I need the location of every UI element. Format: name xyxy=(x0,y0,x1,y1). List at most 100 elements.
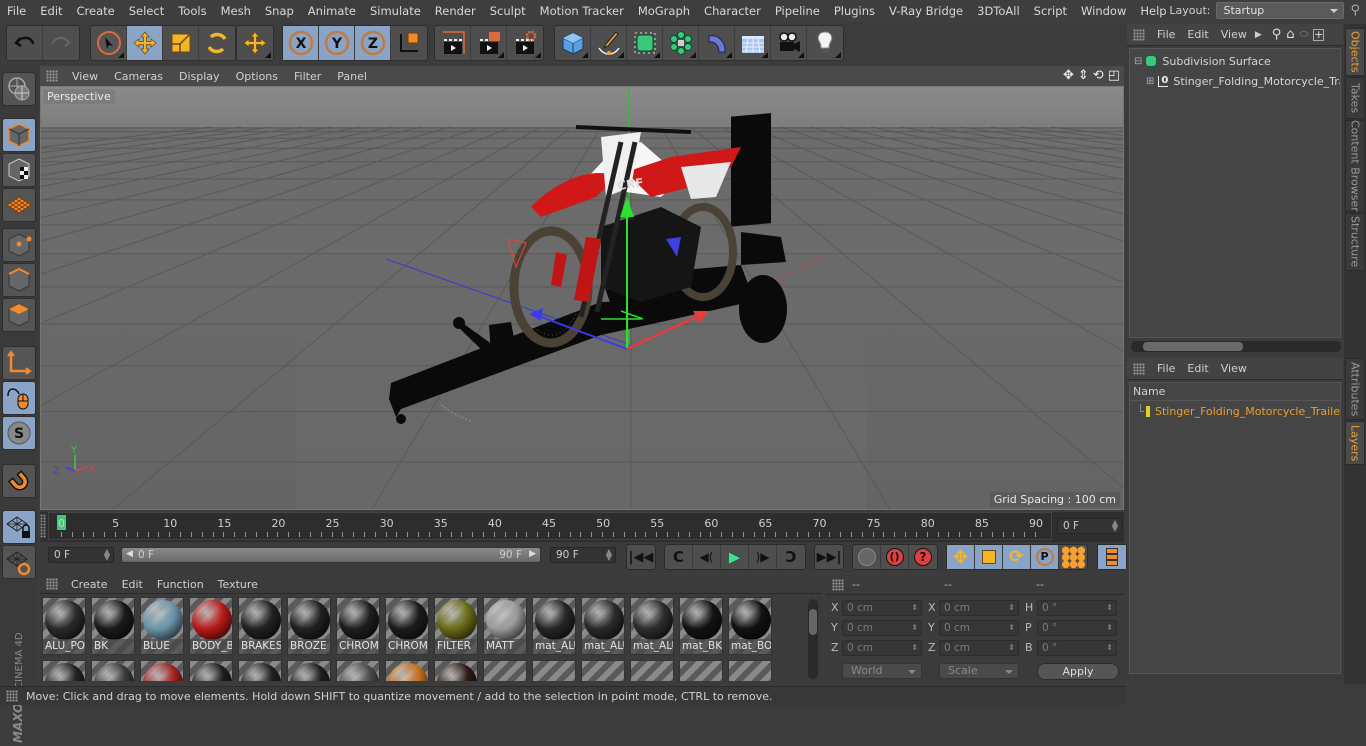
material-menu-edit[interactable]: Edit xyxy=(115,578,150,591)
size-y-field[interactable]: 0 cm xyxy=(939,620,1019,636)
apply-button[interactable]: Apply xyxy=(1037,663,1119,680)
start-frame-field[interactable]: 0 F ▲ ▼ xyxy=(48,547,114,563)
go-to-end-button[interactable]: ▶▶| xyxy=(815,545,843,569)
object-row[interactable]: ⊞ 0 Stinger_Folding_Motorcycle_Trai xyxy=(1130,71,1340,91)
material-swatch[interactable] xyxy=(91,660,135,681)
material-swatch[interactable] xyxy=(287,660,331,681)
snap-button[interactable] xyxy=(2,464,36,498)
menu-character[interactable]: Character xyxy=(697,4,768,18)
tab-content-browser[interactable]: Content Browser xyxy=(1345,120,1365,212)
collapse-icon[interactable]: ⊟ xyxy=(1134,56,1142,67)
material-swatch[interactable]: mat_ALU xyxy=(532,597,576,655)
range-right-arrow-icon[interactable]: ▶ xyxy=(529,549,536,559)
rotation-b-field[interactable]: 0 ° xyxy=(1037,640,1117,656)
object-hscrollbar[interactable] xyxy=(1131,341,1341,352)
material-swatch[interactable]: mat_ALU xyxy=(581,597,625,655)
points-mode-button[interactable] xyxy=(2,228,36,262)
menu-animate[interactable]: Animate xyxy=(301,4,363,18)
live-selection-button[interactable] xyxy=(91,26,127,60)
material-menu-texture[interactable]: Texture xyxy=(211,578,265,591)
scale-key-button[interactable] xyxy=(975,545,1003,569)
material-swatch[interactable] xyxy=(238,660,282,681)
redo-button[interactable] xyxy=(43,26,79,60)
menu-render[interactable]: Render xyxy=(428,4,483,18)
floor-button[interactable] xyxy=(735,26,771,60)
layer-name[interactable]: Stinger_Folding_Motorcycle_Traile xyxy=(1155,405,1340,418)
keyframe-selection-button[interactable]: ? xyxy=(909,545,937,569)
menu-sculpt[interactable]: Sculpt xyxy=(483,4,533,18)
model-mode-button[interactable] xyxy=(2,118,36,152)
object-name[interactable]: Stinger_Folding_Motorcycle_Trai xyxy=(1173,75,1340,88)
menu-file[interactable]: File xyxy=(0,4,33,18)
tab-objects[interactable]: Objects xyxy=(1345,28,1365,76)
pen-button[interactable] xyxy=(591,26,627,60)
autokey-button[interactable]: () xyxy=(881,545,909,569)
layer-menu-file[interactable]: File xyxy=(1151,362,1181,375)
bend-deformer-button[interactable] xyxy=(699,26,735,60)
menu-mesh[interactable]: Mesh xyxy=(214,4,258,18)
material-scrollbar[interactable] xyxy=(808,599,818,679)
scale-button[interactable] xyxy=(163,26,199,60)
coordinate-space-dropdown[interactable]: World xyxy=(842,663,922,679)
timeline-window-button[interactable] xyxy=(1098,545,1126,569)
material-swatch[interactable]: BK xyxy=(91,597,135,655)
parameter-key-button[interactable]: P xyxy=(1031,545,1059,569)
y-axis-lock-button[interactable]: Y xyxy=(319,26,355,60)
scrollbar-thumb[interactable] xyxy=(1143,342,1243,351)
panel-grip-icon[interactable] xyxy=(1133,28,1145,41)
search-icon[interactable]: ⚲ xyxy=(1272,27,1282,42)
end-frame-field[interactable]: 90 F ▲ ▼ xyxy=(550,547,616,563)
material-swatch[interactable] xyxy=(336,660,380,681)
make-editable-button[interactable] xyxy=(2,72,36,106)
maximize-view-icon[interactable]: ◰ xyxy=(1108,68,1120,83)
material-swatch[interactable] xyxy=(434,660,478,681)
render-view-button[interactable] xyxy=(435,26,471,60)
frame-range-slider[interactable]: ◀ 0 F 90 F ▶ xyxy=(121,547,541,563)
object-menu-file[interactable]: File xyxy=(1151,28,1181,41)
dolly-icon[interactable]: ⇕ xyxy=(1078,68,1089,83)
material-swatch[interactable] xyxy=(385,660,429,681)
menu-help[interactable]: Help xyxy=(1133,4,1173,18)
go-to-start-button[interactable]: |◀◀ xyxy=(627,545,655,569)
material-swatch[interactable]: MATT xyxy=(483,597,527,655)
workplane-mode-button[interactable] xyxy=(2,188,36,222)
viewport-menu-display[interactable]: Display xyxy=(171,70,228,83)
panel-grip-icon[interactable] xyxy=(1133,362,1145,375)
viewport-menu-cameras[interactable]: Cameras xyxy=(106,70,171,83)
transform-mode-dropdown[interactable]: Scale xyxy=(939,663,1019,679)
menu-motion-tracker[interactable]: Motion Tracker xyxy=(533,4,631,18)
perspective-viewport[interactable]: CRF Y X Z Perspective Grid Spacing : 100… xyxy=(40,86,1124,510)
object-menu-view[interactable]: View xyxy=(1215,28,1253,41)
layer-menu-edit[interactable]: Edit xyxy=(1181,362,1214,375)
position-x-field[interactable]: 0 cm xyxy=(842,600,922,616)
layer-row[interactable]: Stinger_Folding_Motorcycle_Traile xyxy=(1130,401,1340,421)
point-level-button[interactable]: ●●● ●●● ●●● xyxy=(1059,545,1087,569)
layer-color-swatch[interactable] xyxy=(1146,405,1150,417)
material-swatch[interactable]: BRAKES xyxy=(238,597,282,655)
panel-grip-icon[interactable] xyxy=(832,579,844,591)
expand-icon[interactable]: ⊞ xyxy=(1146,76,1154,87)
orbit-icon[interactable]: ⟲ xyxy=(1093,68,1104,83)
material-swatch[interactable]: BLUE xyxy=(140,597,184,655)
tweak-mode-button[interactable] xyxy=(2,381,36,415)
material-swatch[interactable]: mat_BK_ xyxy=(679,597,723,655)
position-y-field[interactable]: 0 cm xyxy=(842,620,922,636)
size-z-field[interactable]: 0 cm xyxy=(939,640,1019,656)
menu-snap[interactable]: Snap xyxy=(258,4,301,18)
panel-grip-icon[interactable] xyxy=(46,70,58,82)
material-swatch[interactable]: BROZE xyxy=(287,597,331,655)
material-menu-create[interactable]: Create xyxy=(64,578,115,591)
panel-grip-icon[interactable] xyxy=(46,578,58,590)
render-settings-button[interactable] xyxy=(507,26,543,60)
move-button[interactable] xyxy=(127,26,163,60)
material-swatch[interactable]: CHROM xyxy=(336,597,380,655)
menu-create[interactable]: Create xyxy=(70,4,122,18)
previous-frame-button[interactable]: ◀( xyxy=(693,545,721,569)
material-swatch[interactable] xyxy=(42,660,86,681)
rotation-key-button[interactable]: ⟳ xyxy=(1003,545,1031,569)
texture-mode-button[interactable] xyxy=(2,153,36,187)
object-row[interactable]: ⊟ Subdivision Surface xyxy=(1130,51,1340,71)
menu-vray-bridge[interactable]: V-Ray Bridge xyxy=(882,4,970,18)
previous-key-button[interactable]: C xyxy=(665,545,693,569)
viewport-menu-filter[interactable]: Filter xyxy=(286,70,329,83)
